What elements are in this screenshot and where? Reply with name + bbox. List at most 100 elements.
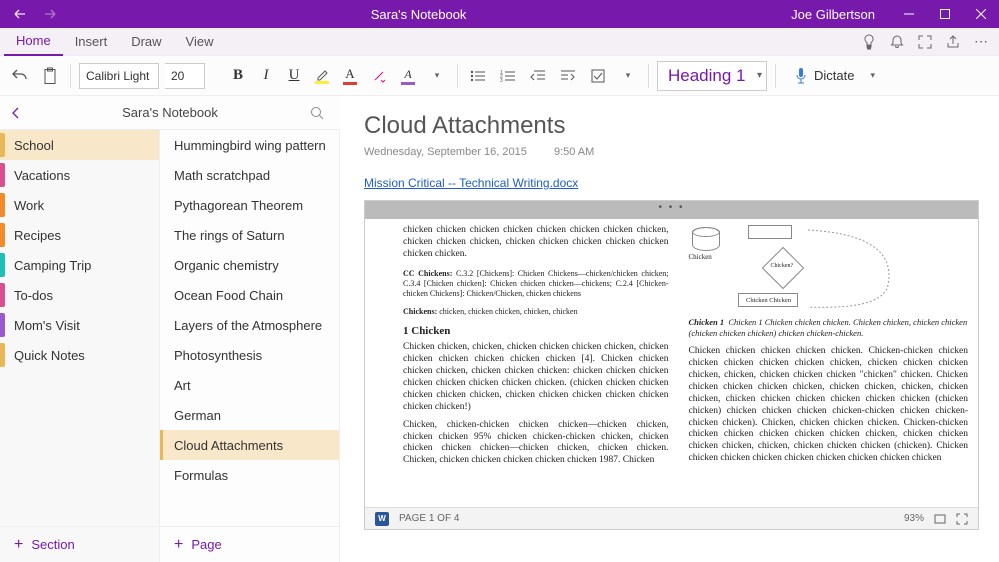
page-item[interactable]: The rings of Saturn: [160, 220, 339, 250]
page-item[interactable]: Hummingbird wing pattern: [160, 130, 339, 160]
search-button[interactable]: [310, 106, 330, 120]
section-item[interactable]: Vacations: [0, 160, 159, 190]
more-icon[interactable]: ⋯: [967, 28, 995, 56]
dictate-label: Dictate: [814, 68, 854, 83]
preview-handle[interactable]: • • •: [365, 201, 978, 219]
outdent-button[interactable]: [526, 60, 550, 92]
fullscreen-icon[interactable]: [911, 28, 939, 56]
mic-icon: [794, 67, 808, 85]
back-button[interactable]: [8, 2, 32, 26]
more-format-dropdown[interactable]: ▾: [425, 60, 449, 92]
bold-button[interactable]: B: [227, 62, 249, 90]
page-content[interactable]: Cloud Attachments Wednesday, September 1…: [340, 96, 999, 562]
page-item[interactable]: Layers of the Atmosphere: [160, 310, 339, 340]
font-select[interactable]: Calibri Light: [79, 63, 159, 89]
page-item[interactable]: Cloud Attachments: [160, 430, 339, 460]
section-item[interactable]: Camping Trip: [0, 250, 159, 280]
preview-left-body2: Chicken, chicken-chicken chicken chicken…: [375, 420, 668, 468]
font-size-select[interactable]: 20: [165, 63, 205, 89]
section-label: Mom's Visit: [14, 318, 80, 333]
todo-button[interactable]: [586, 60, 610, 92]
section-item[interactable]: Recipes: [0, 220, 159, 250]
format-painter-button[interactable]: A: [397, 67, 419, 85]
title-bar: Sara's Notebook Joe Gilbertson: [0, 0, 999, 28]
zoom-level: 93%: [904, 513, 924, 524]
expand-icon[interactable]: [956, 513, 968, 525]
ribbon: Calibri Light 20 B I U A A ▾ 123 ▾ Headi…: [0, 56, 999, 96]
page-item[interactable]: Art: [160, 370, 339, 400]
undo-button[interactable]: [8, 60, 32, 92]
sections-panel: School Vacations Work Recipes Camping Trip To…: [0, 96, 160, 562]
style-select[interactable]: Heading 1▾: [657, 61, 767, 91]
attachment-preview[interactable]: • • • chicken chicken chicken chicken ch…: [364, 200, 979, 530]
section-item[interactable]: Work: [0, 190, 159, 220]
add-section-label: Section: [31, 537, 74, 552]
page-time: 9:50 AM: [554, 146, 594, 158]
close-button[interactable]: [963, 0, 999, 28]
clear-format-button[interactable]: [367, 60, 391, 92]
bullets-button[interactable]: [466, 60, 490, 92]
preview-paragraph: chicken chicken chicken chicken chicken …: [375, 225, 668, 261]
section-item[interactable]: To-dos: [0, 280, 159, 310]
page-indicator: PAGE 1 OF 4: [399, 513, 459, 524]
share-icon[interactable]: [939, 28, 967, 56]
add-section-button[interactable]: +Section: [0, 526, 159, 562]
section-label: Work: [14, 198, 44, 213]
add-page-button[interactable]: +Page: [160, 526, 339, 562]
preview-caption: Chicken 1 Chicken 1 Chicken chicken chic…: [688, 317, 968, 338]
tab-view[interactable]: View: [174, 28, 226, 56]
preview-heading: 1 Chicken: [375, 325, 668, 339]
ribbon-tabs: Home Insert Draw View ⋯: [0, 28, 999, 56]
clipboard-button[interactable]: [38, 60, 62, 92]
section-item[interactable]: School: [0, 130, 159, 160]
fit-width-icon[interactable]: [934, 513, 946, 525]
notebook-name[interactable]: Sara's Notebook: [30, 105, 310, 120]
section-label: School: [14, 138, 54, 153]
section-label: Recipes: [14, 228, 61, 243]
page-date: Wednesday, September 16, 2015: [364, 146, 527, 158]
page-item[interactable]: Organic chemistry: [160, 250, 339, 280]
page-item[interactable]: Ocean Food Chain: [160, 280, 339, 310]
lightbulb-icon[interactable]: [855, 28, 883, 56]
tab-draw[interactable]: Draw: [119, 28, 173, 56]
word-icon[interactable]: W: [375, 512, 389, 526]
attachment-link[interactable]: Mission Critical -- Technical Writing.do…: [364, 176, 578, 190]
account-name[interactable]: Joe Gilbertson: [775, 7, 891, 22]
preview-diagram: Chicken Chicken? Chicken Chicken: [688, 225, 968, 311]
ck-body: chicken, chicken chicken, chicken, chick…: [439, 307, 577, 316]
window-title: Sara's Notebook: [62, 7, 775, 22]
page-item[interactable]: Pythagorean Theorem: [160, 190, 339, 220]
svg-text:3: 3: [500, 78, 503, 83]
page-item[interactable]: Photosynthesis: [160, 340, 339, 370]
section-label: Vacations: [14, 168, 70, 183]
section-item[interactable]: Mom's Visit: [0, 310, 159, 340]
section-item[interactable]: Quick Notes: [0, 340, 159, 370]
tab-insert[interactable]: Insert: [63, 28, 120, 56]
style-label: Heading 1: [668, 66, 746, 86]
preview-left-body: Chicken chicken, chicken, chicken chicke…: [375, 342, 668, 413]
italic-button[interactable]: I: [255, 62, 277, 90]
notebook-back-button[interactable]: [10, 107, 30, 119]
indent-button[interactable]: [556, 60, 580, 92]
tab-home[interactable]: Home: [4, 28, 63, 56]
underline-button[interactable]: U: [283, 62, 305, 90]
font-color-button[interactable]: A: [339, 66, 361, 85]
page-item[interactable]: Formulas: [160, 460, 339, 490]
preview-right-body: Chicken chicken chicken chicken chicken.…: [688, 346, 968, 465]
minimize-button[interactable]: [891, 0, 927, 28]
highlight-button[interactable]: [311, 67, 333, 84]
page-title[interactable]: Cloud Attachments: [364, 112, 979, 140]
maximize-button[interactable]: [927, 0, 963, 28]
bell-icon[interactable]: [883, 28, 911, 56]
ck-label: Chickens:: [403, 307, 437, 316]
more-para-dropdown[interactable]: ▾: [616, 60, 640, 92]
drag-dots-icon: • • •: [658, 202, 684, 213]
numbering-button[interactable]: 123: [496, 60, 520, 92]
page-item[interactable]: German: [160, 400, 339, 430]
forward-button[interactable]: [38, 2, 62, 26]
preview-statusbar: W PAGE 1 OF 4 93%: [365, 507, 978, 529]
dictate-button[interactable]: Dictate ▾: [784, 67, 885, 85]
section-label: To-dos: [14, 288, 53, 303]
page-item[interactable]: Math scratchpad: [160, 160, 339, 190]
notebook-header: Sara's Notebook: [0, 96, 340, 130]
